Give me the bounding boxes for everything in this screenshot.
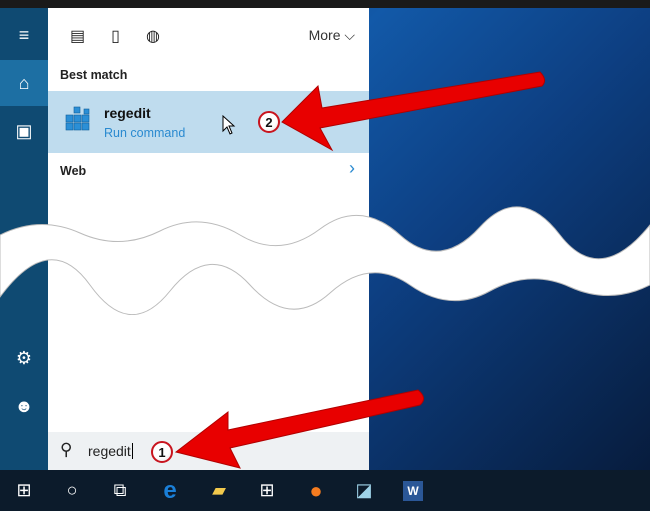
- web-filter-icon[interactable]: ◍: [146, 26, 160, 46]
- apps-filter-icon[interactable]: ▤: [70, 26, 85, 46]
- file-explorer-icon[interactable]: ▰: [199, 470, 239, 511]
- search-icon: ⚲: [60, 440, 73, 459]
- start-windows-icon[interactable]: ⊞: [4, 470, 44, 511]
- result-subtitle: Run command: [104, 126, 186, 140]
- settings-gear-icon[interactable]: ⚙: [0, 335, 48, 381]
- result-name: regedit: [104, 105, 151, 121]
- best-match-heading: Best match: [60, 68, 128, 82]
- taskbar: ⊞ ○ ⧉ e ▰ ⊞ ● ◪ W: [0, 470, 650, 511]
- web-heading[interactable]: Web: [60, 164, 86, 178]
- search-input[interactable]: regedit: [88, 443, 133, 459]
- home-icon[interactable]: ⌂: [0, 60, 48, 106]
- more-dropdown[interactable]: More ⌵: [309, 27, 355, 44]
- word-icon[interactable]: W: [393, 470, 433, 511]
- task-view-icon[interactable]: ⧉: [100, 470, 140, 511]
- store-icon[interactable]: ⊞: [247, 470, 287, 511]
- search-box[interactable]: ⚲ regedit: [48, 432, 369, 470]
- top-strip: [0, 0, 650, 8]
- documents-filter-icon[interactable]: ▯: [111, 26, 120, 46]
- chevron-down-icon: ⌵: [344, 27, 355, 43]
- edge-browser-icon[interactable]: e: [150, 470, 190, 511]
- step-1-badge: 1: [151, 441, 173, 463]
- hamburger-menu-icon[interactable]: ≡: [0, 12, 48, 58]
- word-label: W: [403, 480, 423, 501]
- feedback-icon[interactable]: ☻: [0, 383, 48, 429]
- torn-paper-break: [0, 206, 650, 315]
- notepad-icon[interactable]: ◪: [344, 470, 384, 511]
- step-2-badge: 2: [258, 111, 280, 133]
- regedit-icon: [65, 106, 90, 131]
- firefox-icon[interactable]: ●: [296, 470, 336, 511]
- more-label: More: [308, 27, 341, 43]
- chevron-right-icon[interactable]: ›: [349, 158, 355, 179]
- notebook-icon[interactable]: ▣: [0, 108, 48, 154]
- cortana-circle-icon[interactable]: ○: [52, 470, 92, 511]
- best-match-result[interactable]: regedit Run command: [48, 91, 369, 153]
- mouse-cursor-icon: [222, 115, 236, 135]
